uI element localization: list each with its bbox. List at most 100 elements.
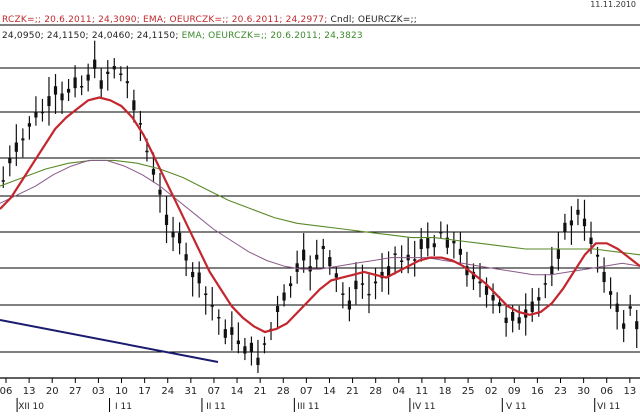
candle-body-97: [635, 321, 639, 330]
candle-body-8: [53, 86, 58, 95]
x-tick-label-11: 21: [254, 386, 267, 397]
candle-body-57: [373, 281, 378, 284]
legend-line-2: 24,0950; 24,1150; 24,0460; 24,1150; EMA;…: [2, 31, 363, 41]
candle-body-4: [27, 123, 31, 127]
candle-body-21: [138, 123, 143, 125]
candle-body-82: [537, 297, 541, 301]
date-stamp: 11.11.2010: [590, 0, 636, 9]
candle-body-19: [125, 81, 129, 84]
x-tick-label-10: 14: [231, 386, 244, 397]
candle-body-85: [556, 249, 560, 259]
candle-body-88: [576, 209, 580, 215]
candle-body-17: [112, 66, 116, 70]
candle-body-35: [230, 327, 234, 335]
candle-body-36: [236, 340, 240, 345]
candle-body-13: [86, 74, 90, 81]
x-tick-label-25: 30: [577, 386, 590, 397]
x-tick-label-13: 07: [300, 386, 313, 397]
candle-body-15: [99, 80, 103, 89]
candle-body-37: [243, 346, 247, 354]
candle-body-75: [491, 295, 495, 301]
candle-body-25: [164, 214, 169, 226]
x-tick-label-0: 06: [0, 386, 12, 397]
candle-body-39: [256, 357, 260, 365]
candle-body-48: [315, 254, 319, 260]
candle-body-11: [73, 77, 77, 89]
candle-body-56: [367, 293, 371, 296]
price-chart: 06 13 20 27 03 10 17 24 31 07 14 21 28 07 14 21 28 04 11 18…: [0, 24, 640, 412]
candle-body-49: [321, 245, 325, 250]
candle-body-16: [106, 71, 110, 74]
candle-body-28: [184, 254, 188, 261]
candle-body-90: [589, 237, 593, 244]
chart-grid: [0, 24, 640, 379]
x-tick-label-5: 10: [115, 386, 128, 397]
candle-body-94: [615, 303, 619, 312]
x-tick-label-24: 23: [554, 386, 567, 397]
candle-body-42: [275, 306, 280, 312]
candle-body-22: [145, 150, 149, 153]
candle-body-51: [334, 273, 338, 278]
x-tick-label-18: 11: [416, 386, 429, 397]
x-tick-label-26: 06: [600, 386, 613, 397]
month-label-2: II 11: [206, 402, 226, 412]
candle-body-91: [595, 254, 600, 257]
x-tick-label-20: 25: [462, 386, 475, 397]
x-tick-label-4: 03: [92, 386, 105, 397]
candle-body-7: [47, 96, 51, 107]
x-tick-label-19: 18: [439, 386, 452, 397]
legend-line-2-part-0: 24,0950; 24,1150; 24,0460; 24,1150;: [2, 31, 182, 41]
x-tick-label-21: 02: [485, 386, 498, 397]
month-label-0: XII 10: [18, 402, 44, 412]
candlestick-series: [1, 40, 639, 374]
month-label-6: VI 11: [597, 402, 620, 412]
candle-body-79: [517, 317, 521, 324]
candle-body-69: [452, 240, 456, 244]
candle-body-78: [511, 311, 515, 321]
candle-body-12: [80, 86, 84, 88]
candle-body-63: [413, 259, 417, 261]
candle-body-67: [439, 231, 443, 234]
candle-body-38: [249, 342, 254, 352]
candle-body-52: [341, 293, 345, 295]
candle-body-32: [210, 305, 214, 307]
candle-body-55: [360, 283, 365, 285]
ema-red-line: [0, 96, 640, 334]
candle-body-87: [569, 220, 574, 226]
candle-body-0: [1, 180, 5, 182]
candle-body-10: [66, 88, 71, 93]
moving-average-lines: [0, 96, 640, 363]
candle-body-27: [177, 232, 182, 244]
candle-body-50: [328, 257, 332, 267]
x-tick-label-2: 20: [46, 386, 59, 397]
candle-body-65: [426, 237, 430, 249]
candle-body-6: [40, 111, 45, 114]
month-label-4: IV 11: [412, 402, 435, 412]
x-tick-label-6: 17: [138, 386, 151, 397]
candle-body-95: [622, 323, 626, 329]
candle-body-33: [217, 316, 221, 319]
x-tick-label-9: 07: [208, 386, 221, 397]
ema-green-line: [0, 159, 640, 256]
candle-body-73: [478, 281, 482, 284]
candle-body-44: [289, 283, 293, 287]
legend-line-2-part-1: EMA; OEURCZK=;; 20.6.2011; 24,3823: [181, 31, 363, 41]
candle-body-86: [563, 222, 567, 232]
candle-body-53: [347, 300, 351, 310]
month-label-1: I 11: [115, 402, 132, 412]
candle-body-1: [8, 157, 12, 164]
x-tick-label-8: 31: [184, 386, 197, 397]
legend-line-1: RCZK=;; 20.6.2011; 24,3090; EMA; OEURCZK…: [2, 15, 417, 25]
candle-body-29: [191, 271, 195, 278]
legend-line-1-part-1: Cndl; OEURCZK=;;: [330, 15, 417, 25]
month-label-5: V 11: [506, 402, 526, 412]
x-tick-label-3: 27: [69, 386, 82, 397]
candle-body-89: [582, 218, 587, 227]
candle-body-40: [262, 343, 267, 345]
candle-body-3: [21, 138, 25, 141]
x-tick-label-17: 04: [392, 386, 405, 397]
x-tick-label-12: 28: [277, 386, 290, 397]
x-axis: 06 13 20 27 03 10 17 24 31 07 14 21 28 07 14 21 28 04 11 18…: [0, 378, 636, 412]
candle-body-84: [550, 266, 554, 275]
candle-body-9: [60, 93, 64, 101]
